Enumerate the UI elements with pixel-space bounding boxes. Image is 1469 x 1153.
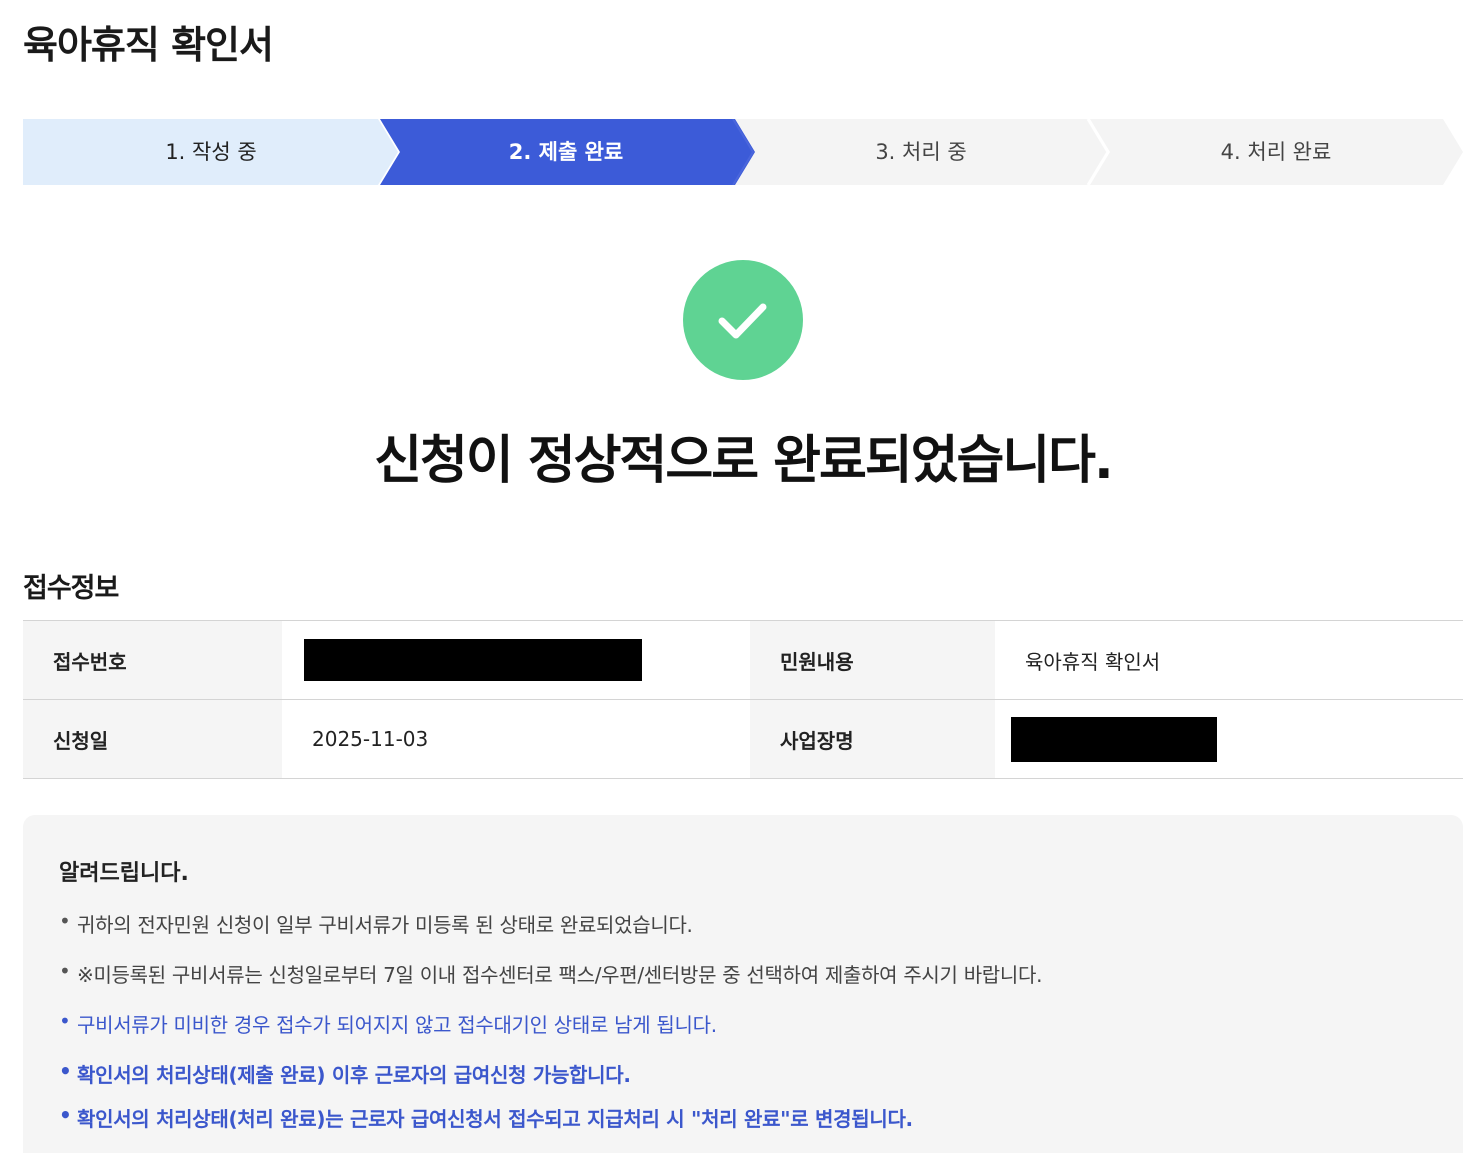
receipt-info-table: 접수번호 민원내용 육아휴직 확인서 신청일 2025-11-03 사업장명 <box>23 620 1463 779</box>
notice-item: 귀하의 전자민원 신청이 일부 구비서류가 미등록 된 상태로 완료되었습니다. <box>59 909 1427 938</box>
page-title: 육아휴직 확인서 <box>23 23 274 67</box>
notice-list: 귀하의 전자민원 신청이 일부 구비서류가 미등록 된 상태로 완료되었습니다.… <box>59 909 1427 1132</box>
table-row: 신청일 2025-11-03 사업장명 <box>23 700 1463 779</box>
date-value: 2025-11-03 <box>312 727 429 751</box>
notice-item: ※미등록된 구비서류는 신청일로부터 7일 이내 접수센터로 팩스/우편/센터방… <box>59 959 1427 988</box>
notice-title: 알려드립니다. <box>59 861 189 886</box>
receipt-no-value <box>282 621 750 699</box>
step-1: 1. 작성 중 <box>165 140 257 164</box>
redacted-company-name <box>1011 716 1217 762</box>
progress-steps: 1. 작성 중 2. 제출 완료 3. 처리 중 4. 처리 완료 <box>23 119 1463 185</box>
step-4: 4. 처리 완료 <box>1220 140 1332 164</box>
notice-item-emphasis: 확인서의 처리상태(제출 완료) 이후 근로자의 급여신청 가능합니다. <box>59 1059 1427 1088</box>
check-icon <box>718 303 767 339</box>
company-label: 사업장명 <box>750 700 995 778</box>
content-value: 육아휴직 확인서 <box>995 621 1463 699</box>
success-badge <box>683 260 803 380</box>
completion-message: 신청이 정상적으로 완료되었습니다. <box>374 431 1114 491</box>
date-value-cell: 2025-11-03 <box>282 700 750 778</box>
receipt-section-title: 접수정보 <box>23 573 119 604</box>
table-row: 접수번호 민원내용 육아휴직 확인서 <box>23 621 1463 700</box>
notice-item-emphasis: 확인서의 처리상태(처리 완료)는 근로자 급여신청서 접수되고 지급처리 시 … <box>59 1103 1427 1132</box>
notice-box: 알려드립니다. 귀하의 전자민원 신청이 일부 구비서류가 미등록 된 상태로 … <box>23 815 1463 1153</box>
date-label: 신청일 <box>23 700 282 778</box>
notice-item-warning: 구비서류가 미비한 경우 접수가 되어지지 않고 접수대기인 상태로 남게 됩니… <box>59 1009 1427 1038</box>
step-3: 3. 처리 중 <box>875 140 967 164</box>
receipt-no-label: 접수번호 <box>23 621 282 699</box>
company-value <box>995 700 1463 778</box>
step-2-current: 2. 제출 완료 <box>508 140 624 164</box>
content-label: 민원내용 <box>750 621 995 699</box>
redacted-receipt-no <box>304 639 642 681</box>
